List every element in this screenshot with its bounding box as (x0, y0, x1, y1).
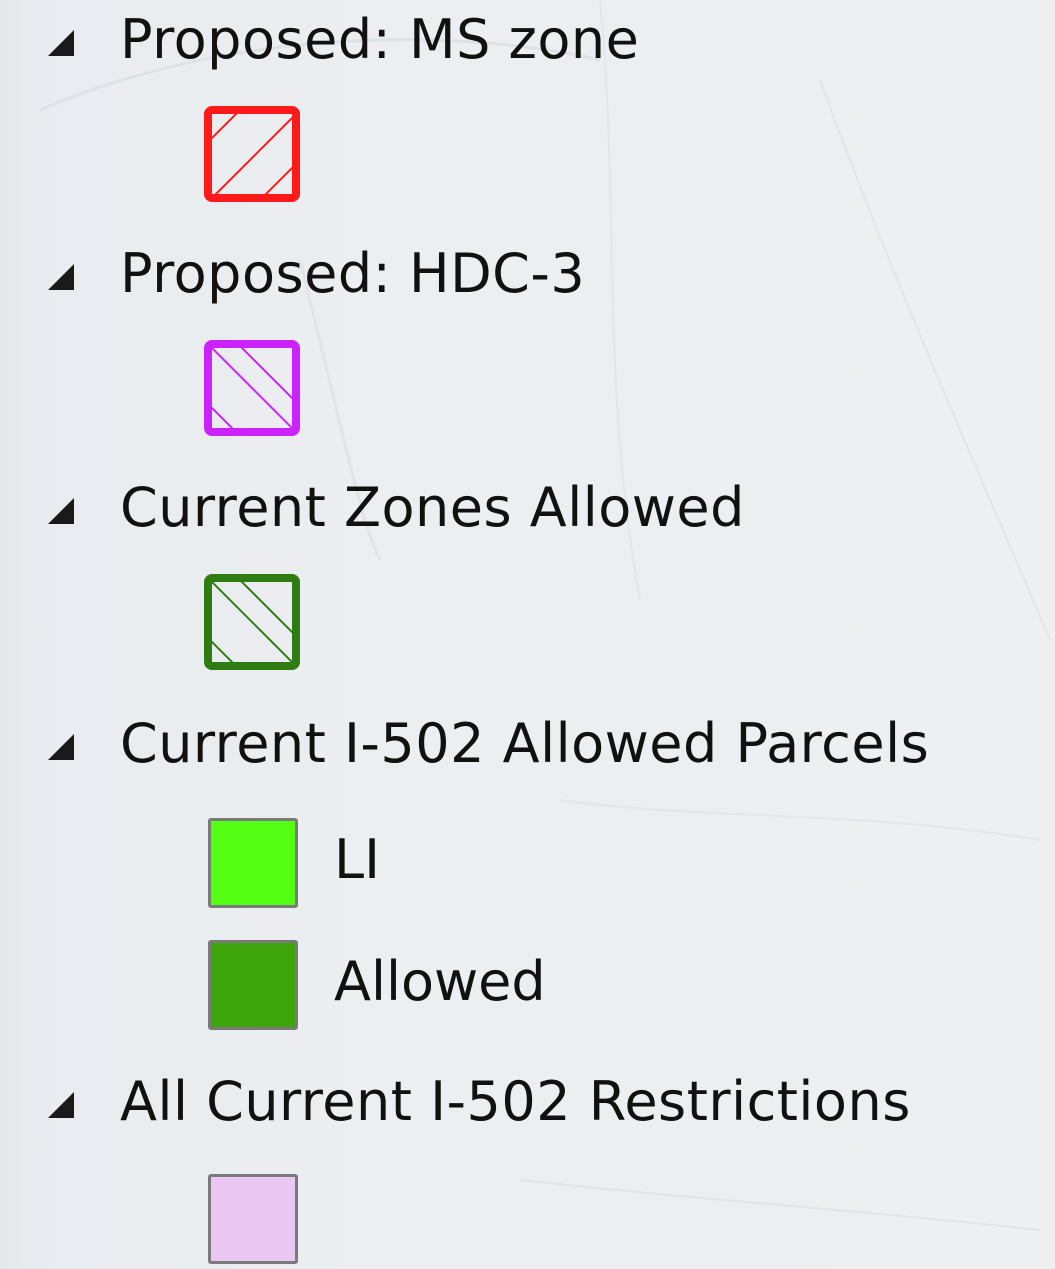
hatch-swatch-purple (204, 340, 300, 436)
layer-title: Proposed: MS zone (120, 8, 640, 71)
layer-title: All Current I-502 Restrictions (120, 1070, 911, 1133)
map-legend: Proposed: MS zone Proposed: HDC-3 Curren… (0, 0, 1055, 1269)
collapse-caret-icon[interactable] (44, 26, 76, 58)
class-label-allowed: Allowed (334, 950, 546, 1013)
solid-swatch-restrictions (208, 1174, 298, 1264)
layer-toggle-proposed-ms-zone[interactable]: Proposed: MS zone (0, 2, 1055, 72)
solid-swatch-li (208, 818, 298, 908)
class-label-li: LI (334, 828, 381, 891)
layer-title: Current I-502 Allowed Parcels (120, 712, 930, 775)
hatch-swatch-red (204, 106, 300, 202)
collapse-caret-icon[interactable] (44, 494, 76, 526)
collapse-caret-icon[interactable] (44, 1088, 76, 1120)
layer-toggle-all-current-i-502-restrictions[interactable]: All Current I-502 Restrictions (0, 1064, 1055, 1134)
hatch-swatch-green (204, 574, 300, 670)
layer-toggle-current-zones-allowed[interactable]: Current Zones Allowed (0, 470, 1055, 540)
layer-toggle-proposed-hdc-3[interactable]: Proposed: HDC-3 (0, 236, 1055, 306)
layer-toggle-current-i-502-allowed-parcels[interactable]: Current I-502 Allowed Parcels (0, 706, 1055, 776)
layer-title: Proposed: HDC-3 (120, 242, 586, 305)
solid-swatch-allowed (208, 940, 298, 1030)
layer-title: Current Zones Allowed (120, 476, 745, 539)
collapse-caret-icon[interactable] (44, 730, 76, 762)
collapse-caret-icon[interactable] (44, 260, 76, 292)
